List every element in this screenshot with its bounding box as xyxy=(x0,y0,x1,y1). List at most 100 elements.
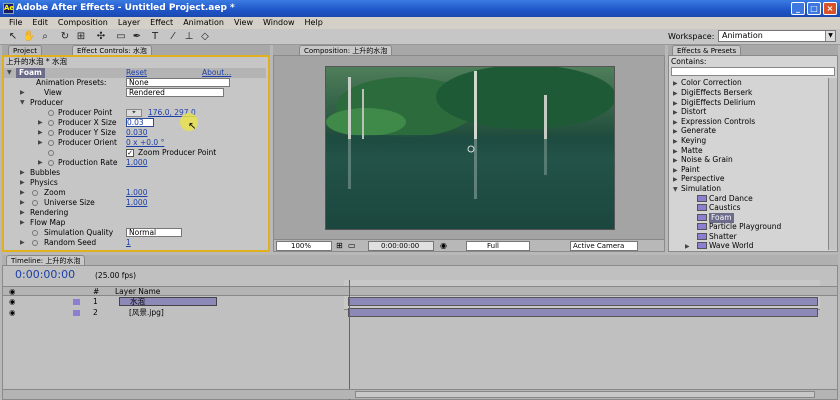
eraser-tool-icon[interactable]: ◇ xyxy=(198,30,212,44)
contains-search-input[interactable] xyxy=(671,67,835,76)
menu-animation[interactable]: Animation xyxy=(178,17,229,29)
producer-group-row[interactable]: ▼ Producer xyxy=(4,98,266,108)
workspace-select[interactable]: Animation ▼ xyxy=(718,30,836,42)
zoom-tool-icon[interactable]: ⌕ xyxy=(38,30,52,44)
zoom-value[interactable]: 1.000 xyxy=(126,188,147,198)
close-button[interactable]: × xyxy=(823,2,837,15)
selection-tool-icon[interactable]: ↖ xyxy=(6,30,20,44)
reset-link[interactable]: Reset xyxy=(126,68,147,78)
layer-name[interactable]: 水泡 xyxy=(119,297,217,306)
stopwatch-icon[interactable] xyxy=(48,150,54,156)
rotate-tool-icon[interactable]: ↻ xyxy=(58,30,72,44)
expand-triangle-icon[interactable]: ▼ xyxy=(7,68,12,78)
camera-select[interactable]: Active Camera xyxy=(570,241,638,251)
stopwatch-icon[interactable] xyxy=(32,240,38,246)
menu-help[interactable]: Help xyxy=(300,17,328,29)
expand-triangle-icon[interactable]: ▶ xyxy=(20,178,25,188)
expand-triangle-icon[interactable]: ▶ xyxy=(20,188,25,198)
expand-triangle-icon[interactable]: ▶ xyxy=(38,118,43,128)
physics-group-row[interactable]: ▶ Physics xyxy=(4,178,266,188)
layer-row-2[interactable]: ◉ 2 [风景.jpg] xyxy=(3,308,837,318)
timeline-timecode[interactable]: 0:00:00:00 xyxy=(15,268,75,281)
fx-category[interactable]: Distort xyxy=(681,107,706,117)
stopwatch-icon[interactable] xyxy=(48,120,54,126)
minimize-button[interactable]: _ xyxy=(791,2,805,15)
fx-category[interactable]: Perspective xyxy=(681,174,724,184)
eye-icon[interactable]: ◉ xyxy=(9,297,16,307)
stopwatch-icon[interactable] xyxy=(48,110,54,116)
eye-icon[interactable]: ◉ xyxy=(9,308,16,318)
expand-triangle-icon[interactable]: ▶ xyxy=(20,198,25,208)
playhead[interactable] xyxy=(349,280,350,400)
fx-category[interactable]: Noise & Grain xyxy=(681,155,733,165)
producer-orient-value[interactable]: 0 x +0.0 ° xyxy=(126,138,164,148)
layer-duration-bar[interactable] xyxy=(348,308,818,317)
fx-item[interactable]: Caustics xyxy=(709,203,741,213)
fx-category[interactable]: Keying xyxy=(681,136,706,146)
view-select[interactable]: Rendered xyxy=(126,88,224,97)
composition-viewer[interactable] xyxy=(325,66,615,230)
maximize-button[interactable]: □ xyxy=(807,2,821,15)
menu-window[interactable]: Window xyxy=(258,17,300,29)
expand-triangle-icon[interactable]: ▶ xyxy=(20,208,25,218)
hand-tool-icon[interactable]: ✋ xyxy=(22,30,36,44)
about-link[interactable]: About... xyxy=(202,68,231,78)
expand-triangle-icon[interactable]: ▶ xyxy=(20,218,25,228)
menu-effect[interactable]: Effect xyxy=(145,17,178,29)
stopwatch-icon[interactable] xyxy=(48,130,54,136)
stopwatch-icon[interactable] xyxy=(32,200,38,206)
tab-effects-presets[interactable]: Effects & Presets xyxy=(672,45,742,55)
layer-row-1[interactable]: ◉ 1 水泡 xyxy=(3,297,837,307)
expand-triangle-icon[interactable]: ▶ xyxy=(20,168,25,178)
label-color-swatch[interactable] xyxy=(73,310,80,316)
fx-item[interactable]: Particle Playground xyxy=(709,222,781,232)
fx-scrollbar[interactable] xyxy=(828,78,837,250)
expand-triangle-icon[interactable]: ▶ xyxy=(38,158,43,168)
expand-triangle-icon[interactable]: ▼ xyxy=(20,98,25,108)
fx-category[interactable]: DigiEffects Berserk xyxy=(681,88,752,98)
stopwatch-icon[interactable] xyxy=(48,160,54,166)
crosshair-icon[interactable]: ⌖ xyxy=(126,109,142,117)
fx-category[interactable]: Color Correction xyxy=(681,78,742,88)
presets-select[interactable]: None xyxy=(126,78,230,87)
menu-file[interactable]: File xyxy=(4,17,27,29)
mask-tool-icon[interactable]: ▭ xyxy=(114,30,128,44)
production-rate-value[interactable]: 1.000 xyxy=(126,158,147,168)
tab-composition[interactable]: Composition: 上升的水泡 xyxy=(299,45,393,55)
text-tool-icon[interactable]: T xyxy=(148,30,162,44)
effect-foam-row[interactable]: ▼ Foam Reset About... xyxy=(4,68,266,78)
stopwatch-icon[interactable] xyxy=(32,190,38,196)
brush-tool-icon[interactable]: ⁄ xyxy=(166,30,180,44)
expand-triangle-icon[interactable]: ▶ xyxy=(38,128,43,138)
stopwatch-icon[interactable] xyxy=(48,140,54,146)
safe-area-icon[interactable]: ▭ xyxy=(348,240,356,252)
timeline-zoom-slider[interactable] xyxy=(355,391,815,398)
zoom-select[interactable]: 100% xyxy=(276,241,332,251)
fx-category-simulation[interactable]: Simulation xyxy=(681,184,721,194)
expand-triangle-icon[interactable]: ▶ xyxy=(38,138,43,148)
universe-size-value[interactable]: 1.000 xyxy=(126,198,147,208)
tab-timeline[interactable]: Timeline: 上升的水泡 xyxy=(6,255,86,265)
fx-item[interactable]: Wave World xyxy=(709,241,753,251)
producer-y-size-value[interactable]: 0.030 xyxy=(126,128,147,138)
zoom-producer-checkbox[interactable]: ✓ xyxy=(126,149,134,157)
tab-project[interactable]: Project xyxy=(8,45,42,55)
clone-tool-icon[interactable]: ⊥ xyxy=(182,30,196,44)
fx-category[interactable]: Generate xyxy=(681,126,716,136)
menu-layer[interactable]: Layer xyxy=(113,17,145,29)
menu-composition[interactable]: Composition xyxy=(53,17,113,29)
camera-tool-icon[interactable]: ⊞ xyxy=(74,30,88,44)
layer-name[interactable]: [风景.jpg] xyxy=(119,308,164,318)
resolution-select[interactable]: Full xyxy=(466,241,530,251)
producer-x-size-input[interactable]: 0.03 xyxy=(126,118,154,127)
label-color-swatch[interactable] xyxy=(73,299,80,305)
expand-triangle-icon[interactable]: ▶ xyxy=(20,238,25,248)
bubbles-group-row[interactable]: ▶ Bubbles xyxy=(4,168,266,178)
stopwatch-icon[interactable] xyxy=(32,230,38,236)
comp-timecode[interactable]: 0:00:00:00 xyxy=(368,241,434,251)
simulation-quality-select[interactable]: Normal xyxy=(126,228,182,237)
tab-effect-controls[interactable]: Effect Controls: 水泡 xyxy=(72,45,152,55)
grid-icon[interactable]: ⊞ xyxy=(336,240,343,252)
expand-triangle-icon[interactable]: ▶ xyxy=(20,88,25,98)
pan-behind-tool-icon[interactable]: ✣ xyxy=(94,30,108,44)
